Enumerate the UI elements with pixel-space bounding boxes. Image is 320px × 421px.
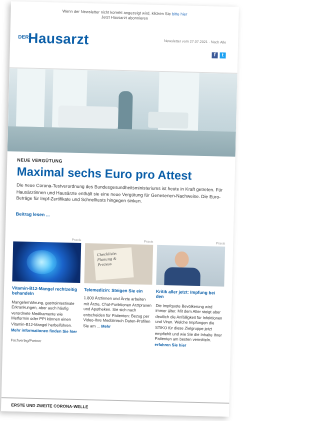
- card-title[interactable]: Kritik aller jetzt: Impfung bei den: [156, 288, 224, 301]
- social-links: f t: [211, 52, 226, 59]
- hero-image-hospital-corridor[interactable]: [7, 68, 238, 157]
- header: DER Hausarzt Newsletter vom 27.07.2021 ·…: [9, 17, 239, 74]
- main-article: NEUE VERGÜTUNG Maximal sechs Euro pro At…: [6, 151, 236, 225]
- article-teaser: Die neue Corona-Testverordnung des Bunde…: [16, 182, 223, 204]
- card-impfung: Praxis Kritik aller jetzt: Impfung bei d…: [155, 239, 226, 349]
- card-body-text: Die Impfquote Bevölkerung wird immer ält…: [154, 302, 223, 343]
- card-body: Die Impfquote Bevölkerung wird immer ält…: [155, 303, 224, 349]
- logo-wordmark: Hausarzt: [27, 29, 90, 48]
- next-section-heading: ERSTE UND ZWEITE CORONA-WELLE: [1, 397, 230, 417]
- hospital-bed-shape: [147, 111, 189, 129]
- preheader-link[interactable]: bitte hier: [172, 11, 187, 16]
- card-source: Fachverlag/Partner: [10, 338, 42, 344]
- card-title[interactable]: Telemedizin: Steigen Sie ein: [84, 287, 152, 294]
- doctor-image[interactable]: [156, 244, 226, 287]
- article-headline[interactable]: Maximal sechs Euro pro Attest: [17, 164, 225, 183]
- doctor-head-shape: [174, 250, 189, 268]
- card-link[interactable]: erfahren Sie hier: [155, 342, 187, 348]
- card-vitamin-b12: Praxis Vitamin-B12-Mangel rechtzeitig be…: [11, 236, 82, 346]
- logo-prefix: DER: [18, 33, 29, 41]
- hospital-bed-shape: [57, 105, 119, 129]
- hausarzt-logo[interactable]: DER Hausarzt: [18, 29, 89, 47]
- card-body-text: 1.800 Ärztinnen und Ärzte arbeiten mit Ä…: [83, 295, 152, 329]
- window-shape: [15, 68, 46, 128]
- brain-glow-shape: [26, 249, 57, 274]
- card-telemedizin: Praxis Checkliste: Planung & Prozess Tel…: [83, 238, 154, 348]
- doctor-body-shape: [164, 266, 201, 287]
- facebook-icon[interactable]: f: [211, 52, 218, 59]
- twitter-icon[interactable]: t: [219, 52, 226, 59]
- newsletter-sheet: Wenn der Newsletter nicht korrekt angeze…: [1, 1, 239, 417]
- issue-date: Newsletter vom 27.07.2021 · Nach Alle: [163, 39, 227, 45]
- read-more-link[interactable]: Beitrag lesen ...: [16, 211, 50, 217]
- card-body-text: Mangelernährung, gastrointestinale Erkra…: [11, 299, 75, 328]
- card-link[interactable]: Mehr: [101, 324, 111, 329]
- card-title[interactable]: Vitamin-B12-Mangel rechtzeitig behandeln: [12, 285, 80, 298]
- notepad-paper: Checkliste: Planung & Prozess: [93, 246, 134, 280]
- brain-image[interactable]: [12, 240, 82, 283]
- card-body: 1.800 Ärztinnen und Ärzte arbeiten mit Ä…: [83, 295, 152, 330]
- card-body: Mangelernährung, gastrointestinale Erkra…: [11, 299, 80, 334]
- person-shape: [117, 90, 133, 134]
- card-link[interactable]: Mehr informationen finden Sie hier: [11, 327, 77, 334]
- notepad-image[interactable]: Checkliste: Planung & Prozess: [84, 242, 154, 285]
- article-cards: Praxis Vitamin-B12-Mangel rechtzeitig be…: [3, 224, 234, 349]
